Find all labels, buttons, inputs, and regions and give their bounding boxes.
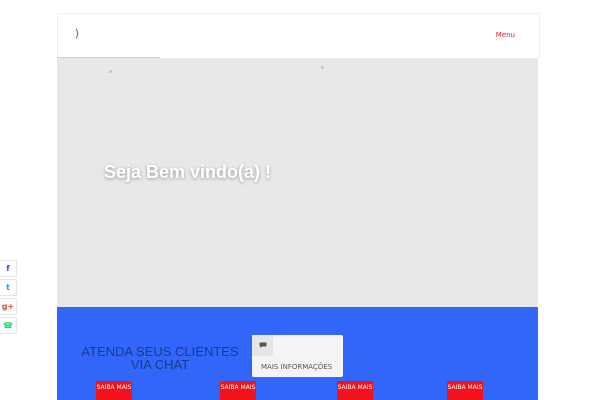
- twitter-share-button[interactable]: t: [0, 279, 17, 296]
- logo[interactable]: ⟩: [75, 27, 79, 40]
- saiba-mais-button-1[interactable]: SAIBA MAIS: [96, 381, 132, 400]
- site-header: ⟩ Menu: [57, 13, 540, 58]
- menu-button[interactable]: Menu: [496, 31, 515, 39]
- more-info-card[interactable]: MAIS INFORMAÇÕES: [252, 335, 343, 377]
- saiba-mais-button-3[interactable]: SAIBA MAIS: [337, 381, 373, 400]
- google-plus-share-button[interactable]: g+: [0, 298, 17, 315]
- whatsapp-share-button[interactable]: ☎: [0, 317, 17, 334]
- whatsapp-icon: ☎: [3, 321, 13, 330]
- facebook-icon: f: [6, 264, 10, 273]
- twitter-icon: t: [6, 283, 10, 292]
- more-info-label: MAIS INFORMAÇÕES: [261, 363, 333, 371]
- faint-caption: ...: [354, 353, 361, 361]
- slider-dot[interactable]: [321, 66, 324, 69]
- social-share-bar: f t g+ ☎: [0, 260, 18, 336]
- hero-title: Seja Bem vindo(a) !: [104, 162, 272, 182]
- comment-icon-svg: [259, 342, 266, 348]
- facebook-share-button[interactable]: f: [0, 260, 17, 277]
- saiba-mais-button-4[interactable]: SAIBA MAIS: [447, 381, 483, 400]
- slider-dot[interactable]: [109, 70, 112, 73]
- saiba-mais-button-2[interactable]: SAIBA MAIS: [220, 381, 256, 400]
- comment-icon: [252, 335, 273, 356]
- google-plus-icon: g+: [1, 302, 15, 311]
- hero-banner: Seja Bem vindo(a) !: [57, 58, 538, 307]
- chat-heading: ATENDA SEUS CLIENTES VIA CHAT: [81, 344, 239, 372]
